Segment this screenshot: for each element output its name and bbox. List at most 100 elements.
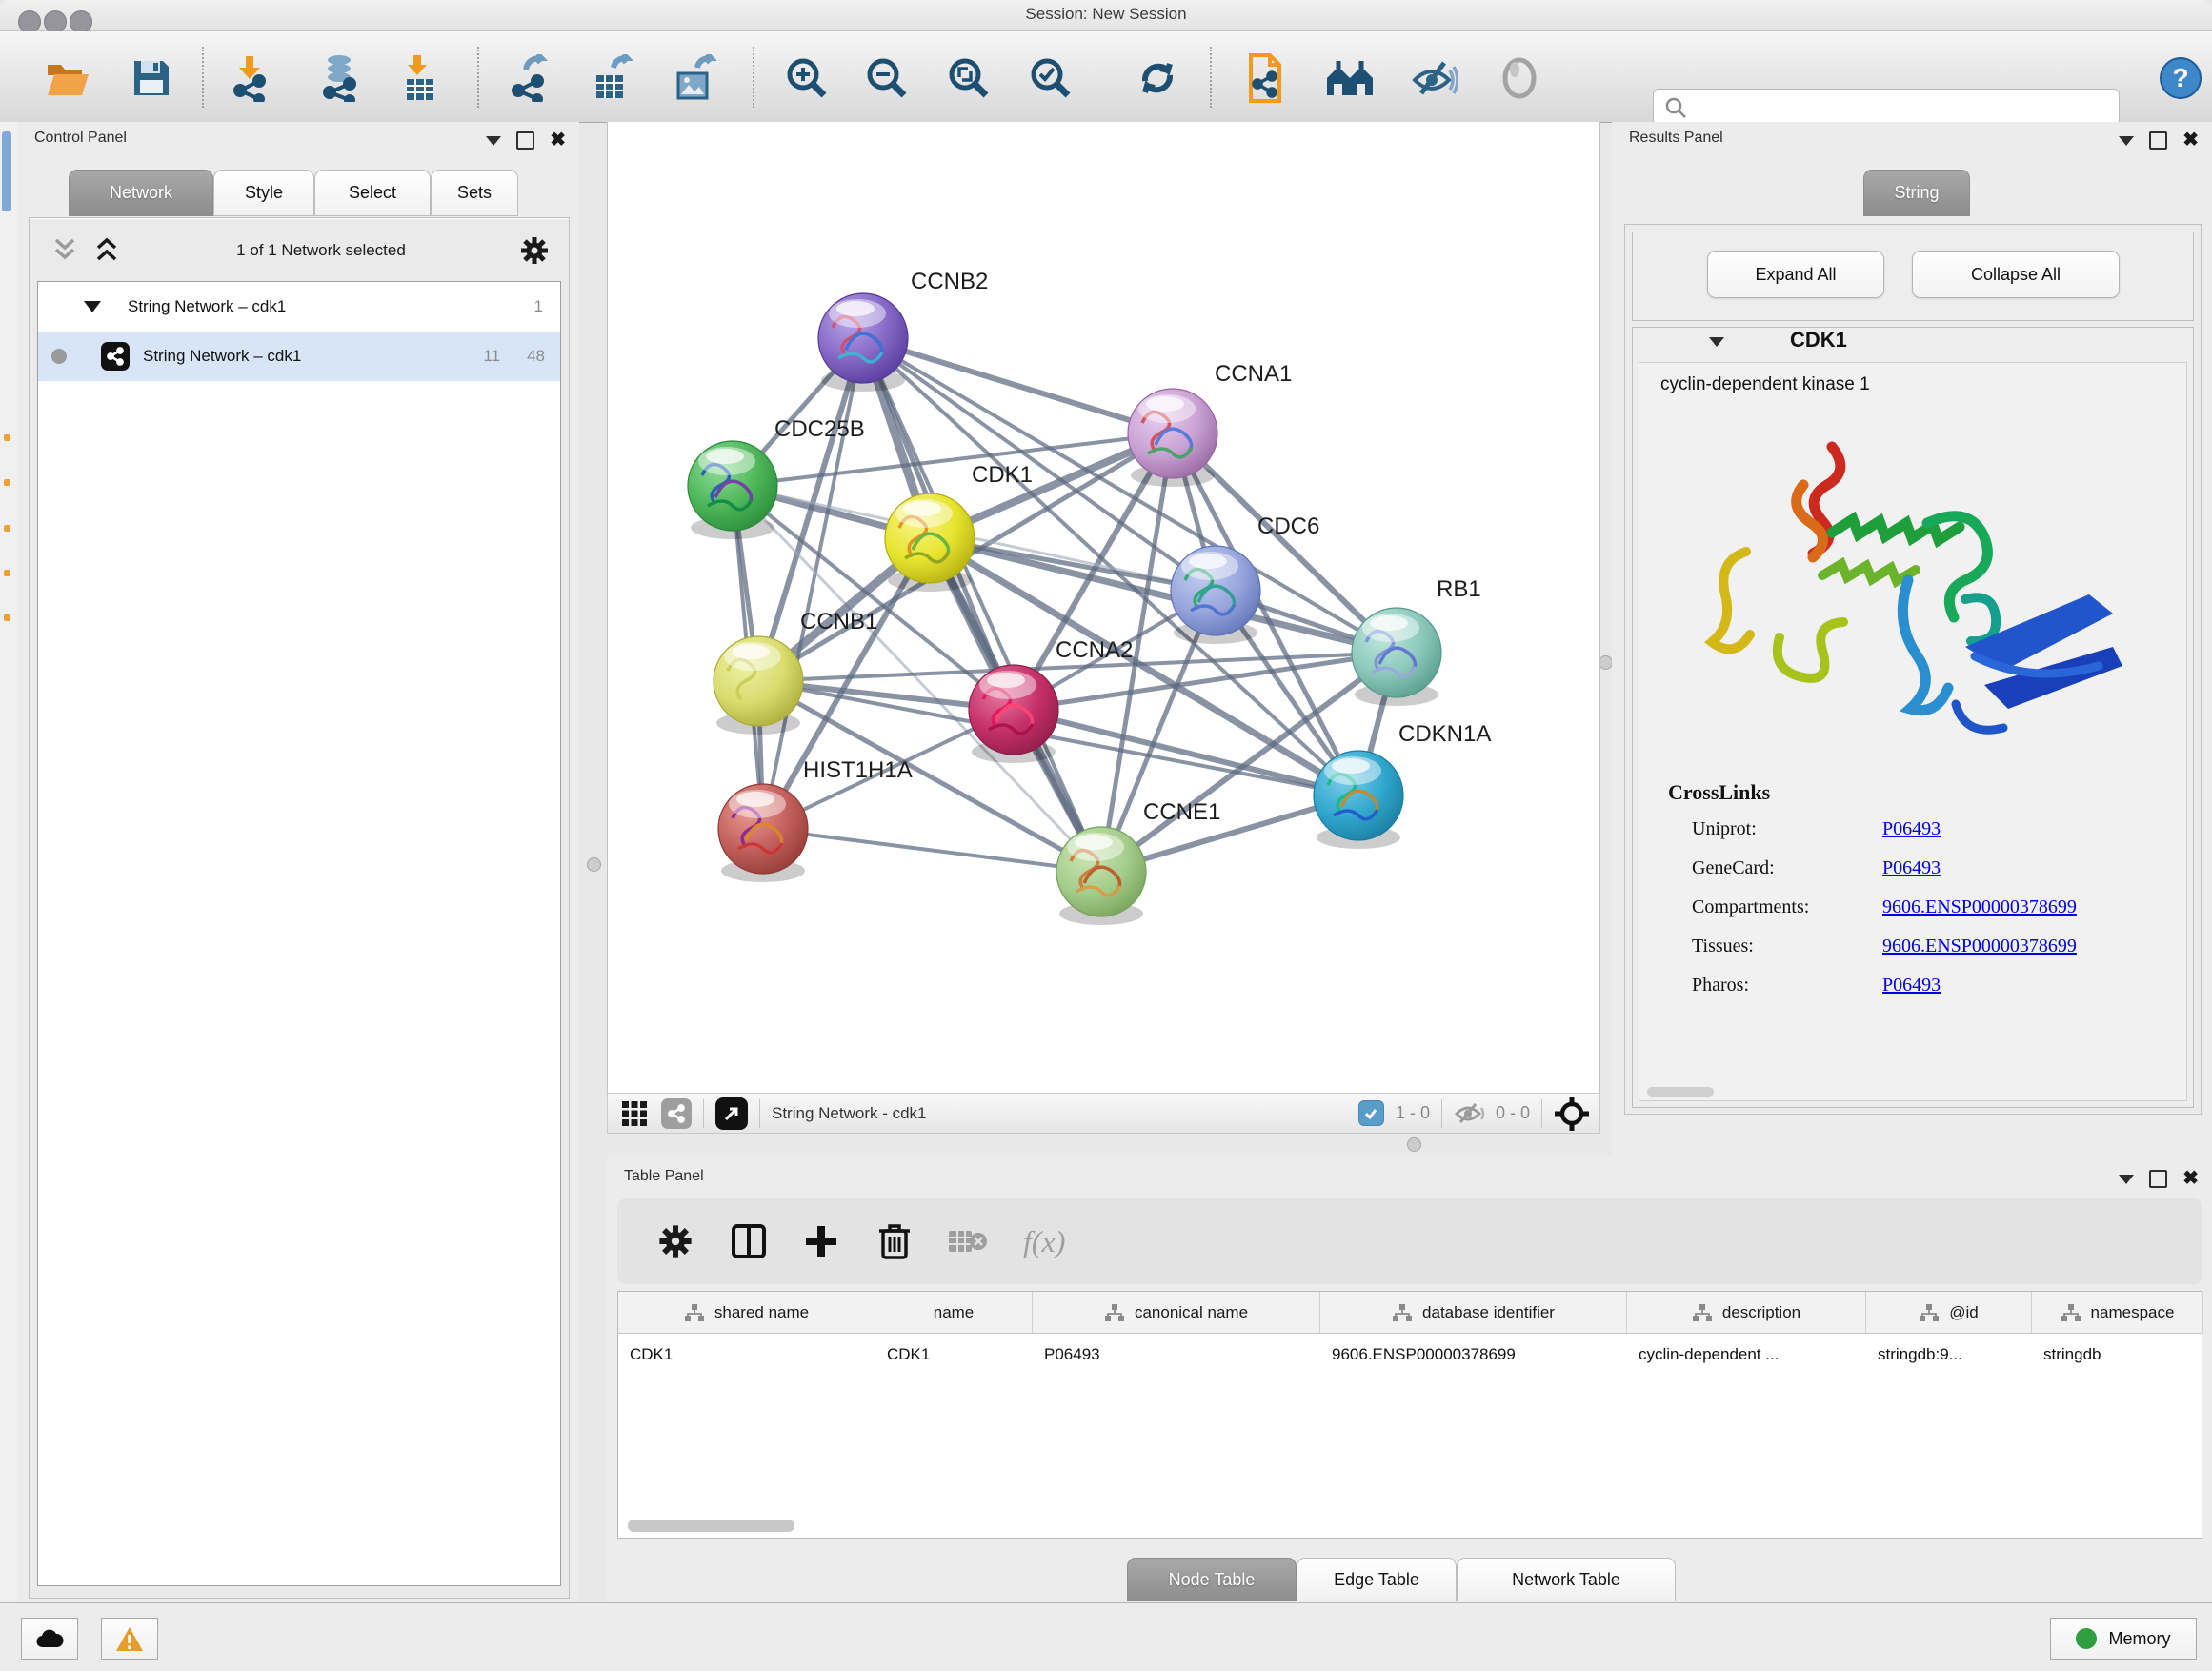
selected-checkbox[interactable]: [1358, 1100, 1384, 1126]
panel-float-icon[interactable]: [2149, 131, 2167, 150]
column-header-database-identifier[interactable]: database identifier: [1320, 1292, 1627, 1333]
home-network-button[interactable]: [1324, 52, 1376, 104]
save-session-button[interactable]: [126, 52, 177, 104]
zoom-selected-button[interactable]: [1025, 52, 1076, 104]
column-header--id[interactable]: @id: [1866, 1292, 2032, 1333]
left-splitter-handle[interactable]: [587, 857, 601, 872]
panel-float-icon[interactable]: [2149, 1170, 2167, 1188]
panel-menu-icon[interactable]: [2119, 136, 2134, 146]
network-edge[interactable]: [763, 829, 1101, 872]
column-header-label: canonical name: [1135, 1303, 1248, 1322]
collapse-all-button[interactable]: Collapse All: [1912, 251, 2120, 298]
memory-button[interactable]: Memory: [2050, 1618, 2197, 1660]
zoom-in-button[interactable]: [781, 52, 833, 104]
zoom-fit-button[interactable]: [943, 52, 995, 104]
import-network-button[interactable]: [225, 52, 276, 104]
crosslink-link[interactable]: P06493: [1882, 975, 1941, 997]
network-edge[interactable]: [763, 338, 863, 829]
crosslink-link[interactable]: P06493: [1882, 818, 1941, 840]
column-header-description[interactable]: description: [1627, 1292, 1866, 1333]
export-image-button[interactable]: [669, 52, 720, 104]
tab-edge-table[interactable]: Edge Table: [1297, 1558, 1457, 1601]
tab-string[interactable]: String: [1863, 170, 1970, 216]
table-cell: 9606.ENSP00000378699: [1320, 1334, 1627, 1377]
hide-eye-button[interactable]: [1408, 52, 1459, 104]
tab-style[interactable]: Style: [213, 170, 314, 216]
table-cell: cyclin-dependent ...: [1627, 1334, 1866, 1377]
panel-close-icon[interactable]: ✖: [2182, 133, 2199, 148]
network-node-HIST1H1A[interactable]: HIST1H1A: [718, 757, 913, 882]
tab-select[interactable]: Select: [314, 170, 431, 216]
node-label-CDKN1A: CDKN1A: [1398, 721, 1491, 747]
right-splitter-handle[interactable]: [1599, 655, 1613, 670]
column-header-canonical-name[interactable]: canonical name: [1033, 1292, 1320, 1333]
open-in-window-icon[interactable]: [715, 1097, 748, 1130]
birds-eye-crosshair-icon[interactable]: [1554, 1096, 1590, 1132]
cloud-button[interactable]: [21, 1618, 78, 1660]
export-table-button[interactable]: [587, 52, 638, 104]
results-hscrollbar-thumb[interactable]: [1647, 1087, 1714, 1097]
search-input[interactable]: [1694, 98, 2119, 117]
network-node-RB1[interactable]: RB1: [1352, 576, 1481, 706]
grid-view-icon[interactable]: [621, 1100, 648, 1127]
import-network-icon: [229, 54, 272, 102]
tab-network-table[interactable]: Network Table: [1457, 1558, 1676, 1601]
network-collection-row[interactable]: String Network – cdk1 1: [38, 282, 560, 332]
horizontal-splitter-handle[interactable]: [1407, 1137, 1421, 1152]
expand-all-icon[interactable]: [90, 236, 123, 265]
network-share-icon[interactable]: [661, 1098, 692, 1129]
panel-float-icon[interactable]: [516, 131, 534, 150]
crosslink-row: Tissues:9606.ENSP00000378699: [1692, 936, 2168, 957]
results-buttons-box: Expand All Collapse All: [1632, 232, 2194, 321]
crosslink-link[interactable]: P06493: [1882, 857, 1941, 879]
table-row[interactable]: CDK1CDK1P064939606.ENSP00000378699cyclin…: [618, 1334, 2202, 1377]
tab-sets[interactable]: Sets: [431, 170, 518, 216]
expand-all-button[interactable]: Expand All: [1707, 251, 1884, 298]
import-table-button[interactable]: [394, 52, 446, 104]
svg-text:?: ?: [2172, 63, 2188, 92]
delete-trash-icon[interactable]: [876, 1221, 913, 1261]
add-row-icon[interactable]: [802, 1222, 840, 1260]
help-button[interactable]: ?: [2155, 52, 2206, 104]
add-column-icon[interactable]: [730, 1222, 768, 1260]
network-row-selected[interactable]: String Network – cdk1 11 48: [38, 332, 560, 381]
tab-node-table[interactable]: Node Table: [1127, 1558, 1297, 1601]
table-hscrollbar-thumb[interactable]: [628, 1520, 794, 1532]
crosslink-label: Compartments:: [1692, 896, 1882, 918]
toolbar-separator: [202, 47, 204, 108]
crosslinks-list: Uniprot:P06493GeneCard:P06493Compartment…: [1692, 818, 2168, 1014]
network-view-canvas[interactable]: CCNB2CCNA1CDC25BCDK1CDC6RB1CCNB1CCNA2CDK…: [607, 122, 1600, 1093]
column-header-name[interactable]: name: [875, 1292, 1033, 1333]
open-session-button[interactable]: [42, 52, 93, 104]
share-file-button[interactable]: [1238, 52, 1290, 104]
search-field[interactable]: [1653, 89, 2120, 127]
column-type-icon: [1919, 1303, 1940, 1322]
gear-icon[interactable]: [519, 235, 550, 266]
column-header-namespace[interactable]: namespace: [2032, 1292, 2203, 1333]
edge-count: 48: [527, 347, 545, 366]
warning-button[interactable]: [101, 1618, 158, 1660]
section-collapse-icon[interactable]: [1709, 337, 1724, 347]
panel-menu-icon[interactable]: [2119, 1175, 2134, 1184]
table-cell: CDK1: [618, 1334, 875, 1377]
import-database-button[interactable]: [314, 52, 366, 104]
column-header-shared-name[interactable]: shared name: [618, 1292, 875, 1333]
export-network-button[interactable]: [503, 52, 554, 104]
zoom-out-button[interactable]: [861, 52, 913, 104]
selected-counts: 1 - 0: [1396, 1103, 1430, 1123]
panel-close-icon[interactable]: ✖: [550, 133, 566, 148]
tree-expander-icon[interactable]: [84, 301, 101, 312]
network-node-CDKN1A[interactable]: CDKN1A: [1314, 721, 1491, 849]
panel-menu-icon[interactable]: [486, 136, 501, 146]
show-sphere-button[interactable]: [1494, 52, 1545, 104]
network-edge[interactable]: [863, 338, 1101, 872]
collapse-all-icon[interactable]: [49, 236, 81, 265]
crosslink-link[interactable]: 9606.ENSP00000378699: [1882, 896, 2077, 918]
refresh-button[interactable]: [1132, 52, 1183, 104]
tab-network[interactable]: Network: [69, 170, 213, 216]
table-gear-icon[interactable]: [657, 1223, 694, 1259]
network-edge[interactable]: [863, 338, 1173, 433]
network-node-CCNE1[interactable]: CCNE1: [1056, 799, 1220, 925]
panel-close-icon[interactable]: ✖: [2182, 1172, 2199, 1186]
crosslink-link[interactable]: 9606.ENSP00000378699: [1882, 936, 2077, 957]
